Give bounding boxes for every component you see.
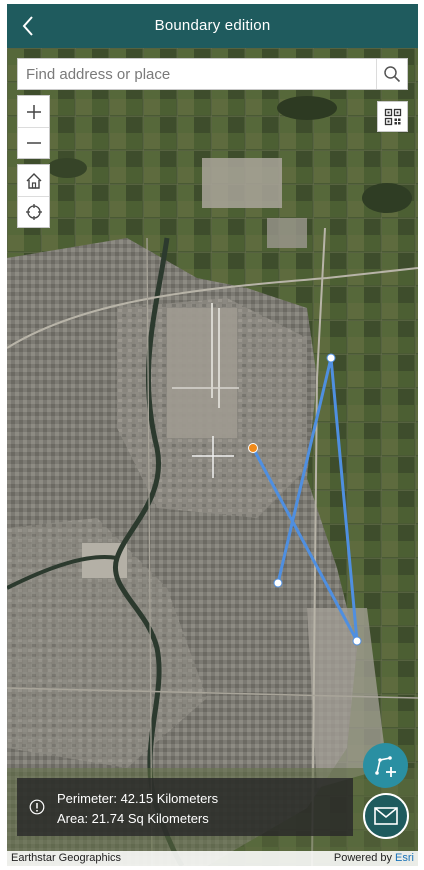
navigation-controls (17, 164, 50, 228)
app-header: Boundary edition (7, 4, 418, 48)
locate-button[interactable] (18, 196, 49, 227)
imagery-source: Earthstar Geographics (11, 852, 122, 864)
zoom-out-button[interactable] (18, 127, 49, 158)
search-button[interactable] (376, 59, 407, 89)
zoom-in-button[interactable] (18, 96, 49, 127)
measurement-panel: Perimeter: 42.15 Kilometers Area: 21.74 … (17, 778, 353, 836)
vertex[interactable] (326, 353, 336, 363)
minus-icon (26, 142, 41, 144)
zoom-controls (17, 95, 50, 159)
qr-code-icon (384, 108, 401, 125)
vertex-active[interactable] (248, 443, 258, 453)
plus-icon (26, 104, 41, 119)
info-icon (29, 799, 45, 815)
send-mail-button[interactable] (363, 793, 409, 839)
add-vertex-icon (374, 755, 396, 777)
home-icon (26, 172, 41, 189)
vertex[interactable] (352, 636, 362, 646)
page-title: Boundary edition (154, 17, 271, 34)
qr-code-button[interactable] (377, 101, 408, 132)
search-input[interactable] (18, 59, 378, 89)
area-label: Area: 21.74 Sq Kilometers (57, 811, 209, 826)
app-frame: Boundary edition Find address or place P… (7, 4, 418, 866)
perimeter-label: Perimeter: 42.15 Kilometers (57, 791, 219, 806)
esri-link[interactable]: Esri (395, 852, 414, 864)
map-attribution: Earthstar Geographics Powered by Esri (7, 851, 418, 866)
map-view[interactable] (7, 48, 418, 866)
powered-by-label: Powered by (333, 852, 392, 864)
add-vertex-button[interactable] (363, 743, 408, 788)
search-icon (384, 66, 401, 83)
vertex[interactable] (273, 578, 283, 588)
satellite-imagery (7, 48, 418, 866)
search-bar (17, 58, 408, 90)
powered-by: Powered by Esri (334, 852, 414, 864)
mail-icon (374, 807, 398, 825)
locate-icon (25, 204, 42, 220)
home-button[interactable] (18, 165, 49, 196)
